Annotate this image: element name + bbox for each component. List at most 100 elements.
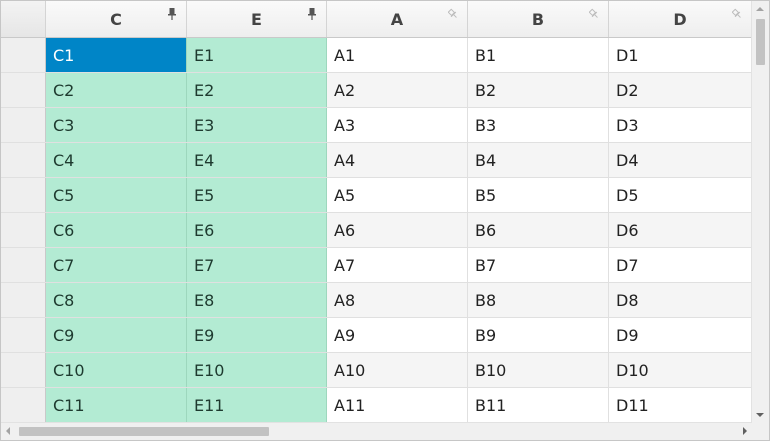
cell[interactable]: E11 (187, 388, 327, 422)
cell[interactable]: B11 (468, 388, 609, 422)
table-row[interactable]: C11 E11 A11 B11 D11 (1, 388, 752, 423)
row-header[interactable] (1, 353, 46, 387)
cell[interactable]: D2 (609, 73, 752, 107)
table-row[interactable]: C8 E8 A8 B8 D8 (1, 283, 752, 318)
cell[interactable]: C5 (46, 178, 187, 212)
cell[interactable]: A10 (327, 353, 468, 387)
cell[interactable]: B9 (468, 318, 609, 352)
cell[interactable]: B7 (468, 248, 609, 282)
cell[interactable]: E9 (187, 318, 327, 352)
column-header-c[interactable]: C (46, 1, 187, 37)
column-header-e[interactable]: E (187, 1, 327, 37)
column-header-b[interactable]: B (468, 1, 609, 37)
cell[interactable]: C8 (46, 283, 187, 317)
cell[interactable]: E1 (187, 38, 327, 72)
table-row[interactable]: C4 E4 A4 B4 D4 (1, 143, 752, 178)
cell[interactable]: A5 (327, 178, 468, 212)
cell[interactable]: C2 (46, 73, 187, 107)
cell[interactable]: C7 (46, 248, 187, 282)
table-row[interactable]: C10 E10 A10 B10 D10 (1, 353, 752, 388)
cell[interactable]: B3 (468, 108, 609, 142)
cell[interactable]: D3 (609, 108, 752, 142)
scroll-left-icon[interactable] (6, 427, 10, 435)
cell[interactable]: A9 (327, 318, 468, 352)
cell[interactable]: A7 (327, 248, 468, 282)
vertical-scrollbar[interactable] (751, 1, 769, 423)
cell[interactable]: C11 (46, 388, 187, 422)
pin-outline-icon[interactable] (448, 8, 458, 20)
cell[interactable]: E7 (187, 248, 327, 282)
cell[interactable]: B4 (468, 143, 609, 177)
cell[interactable]: E4 (187, 143, 327, 177)
cell[interactable]: A3 (327, 108, 468, 142)
row-header[interactable] (1, 318, 46, 352)
row-header[interactable] (1, 108, 46, 142)
table-row[interactable]: C5 E5 A5 B5 D5 (1, 178, 752, 213)
scroll-right-icon[interactable] (743, 427, 747, 435)
cell[interactable]: B5 (468, 178, 609, 212)
cell[interactable]: D6 (609, 213, 752, 247)
cell[interactable]: C10 (46, 353, 187, 387)
pin-outline-icon[interactable] (589, 8, 599, 20)
cell[interactable]: C3 (46, 108, 187, 142)
row-header[interactable] (1, 178, 46, 212)
horizontal-scroll-thumb[interactable] (19, 427, 269, 436)
cell[interactable]: E6 (187, 213, 327, 247)
data-grid: C E A B D C1 E1 A1 B1 D1 C2 E2 A2 B2 D2 … (0, 0, 770, 441)
pin-icon[interactable] (167, 8, 177, 20)
cell[interactable]: B8 (468, 283, 609, 317)
cell[interactable]: D7 (609, 248, 752, 282)
table-row[interactable]: C6 E6 A6 B6 D6 (1, 213, 752, 248)
cell[interactable]: A6 (327, 213, 468, 247)
cell[interactable]: B6 (468, 213, 609, 247)
cell[interactable]: B1 (468, 38, 609, 72)
header-corner[interactable] (1, 1, 46, 37)
cell[interactable]: E3 (187, 108, 327, 142)
cell[interactable]: A1 (327, 38, 468, 72)
scroll-down-icon[interactable] (756, 413, 764, 417)
cell[interactable]: A11 (327, 388, 468, 422)
cell[interactable]: B10 (468, 353, 609, 387)
cell[interactable]: E10 (187, 353, 327, 387)
cell[interactable]: C6 (46, 213, 187, 247)
pin-icon[interactable] (307, 8, 317, 20)
cell[interactable]: C9 (46, 318, 187, 352)
vertical-scroll-thumb[interactable] (756, 19, 765, 65)
cell[interactable]: C4 (46, 143, 187, 177)
cell[interactable]: E2 (187, 73, 327, 107)
cell[interactable]: D1 (609, 38, 752, 72)
grid-body: C1 E1 A1 B1 D1 C2 E2 A2 B2 D2 C3 E3 A3 B… (1, 38, 752, 424)
table-row[interactable]: C2 E2 A2 B2 D2 (1, 73, 752, 108)
row-header[interactable] (1, 213, 46, 247)
cell[interactable]: E5 (187, 178, 327, 212)
cell[interactable]: D11 (609, 388, 752, 422)
row-header[interactable] (1, 73, 46, 107)
table-row[interactable]: C1 E1 A1 B1 D1 (1, 38, 752, 73)
column-header-label: E (251, 9, 262, 29)
row-header[interactable] (1, 143, 46, 177)
column-header-d[interactable]: D (609, 1, 752, 37)
cell[interactable]: D5 (609, 178, 752, 212)
cell[interactable]: A2 (327, 73, 468, 107)
row-header[interactable] (1, 283, 46, 317)
cell[interactable]: A8 (327, 283, 468, 317)
table-row[interactable]: C7 E7 A7 B7 D7 (1, 248, 752, 283)
scrollbar-corner (752, 423, 769, 440)
cell[interactable]: D9 (609, 318, 752, 352)
table-row[interactable]: C3 E3 A3 B3 D3 (1, 108, 752, 143)
cell-selected[interactable]: C1 (46, 38, 187, 72)
horizontal-scrollbar[interactable] (1, 422, 752, 440)
cell[interactable]: D8 (609, 283, 752, 317)
cell[interactable]: E8 (187, 283, 327, 317)
column-header-a[interactable]: A (327, 1, 468, 37)
row-header[interactable] (1, 38, 46, 72)
row-header[interactable] (1, 388, 46, 422)
table-row[interactable]: C9 E9 A9 B9 D9 (1, 318, 752, 353)
row-header[interactable] (1, 248, 46, 282)
scroll-up-icon[interactable] (756, 7, 764, 11)
pin-outline-icon[interactable] (732, 8, 742, 20)
cell[interactable]: A4 (327, 143, 468, 177)
cell[interactable]: B2 (468, 73, 609, 107)
cell[interactable]: D4 (609, 143, 752, 177)
cell[interactable]: D10 (609, 353, 752, 387)
